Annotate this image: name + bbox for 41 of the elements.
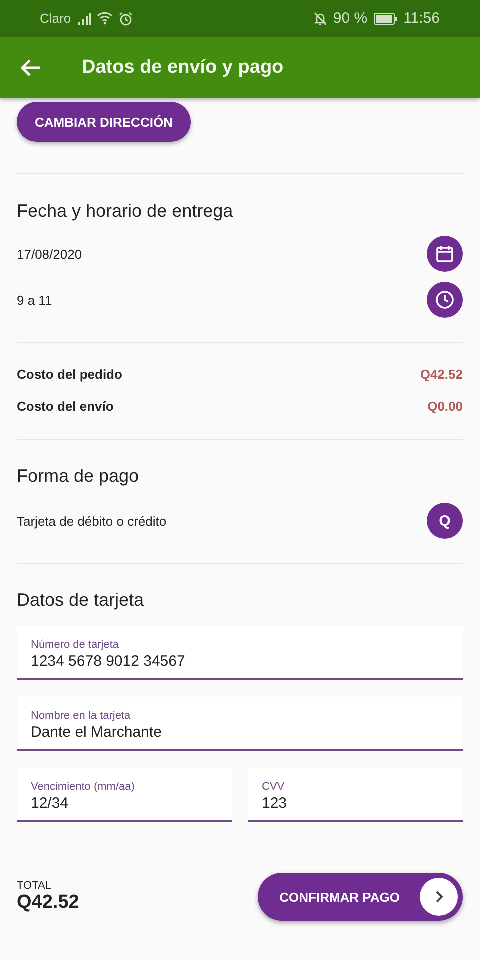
card-input-field[interactable]: CVV 123	[248, 768, 463, 822]
field-value[interactable]: Dante el Marchante	[31, 724, 449, 741]
payment-method: Tarjeta de débito o crédito	[17, 514, 167, 528]
field-value[interactable]: 123	[262, 795, 449, 812]
battery-percent: 90 %	[333, 10, 368, 27]
screen-title: Datos de envío y pago	[82, 56, 284, 78]
calendar-button[interactable]	[427, 236, 463, 272]
confirm-payment-button[interactable]: CONFIRMAR PAGO	[258, 873, 463, 921]
carrier-name: Claro	[40, 11, 72, 26]
field-label: CVV	[262, 781, 286, 793]
delivery-date: 17/08/2020	[17, 246, 82, 262]
cost-value: Q42.52	[420, 367, 463, 382]
section-heading: Fecha y horario de entrega	[17, 201, 234, 222]
alarm-icon	[119, 12, 134, 26]
back-arrow-icon[interactable]	[20, 56, 42, 78]
card-input-field[interactable]: Nombre en la tarjeta Dante el Marchante	[17, 697, 463, 751]
field-value[interactable]: 1234 5678 9012 34567	[31, 653, 449, 670]
wifi-icon	[97, 12, 114, 25]
clock-button[interactable]	[427, 282, 463, 318]
total-label: TOTAL	[17, 880, 52, 892]
clock-time: 11:56	[404, 10, 440, 27]
cost-value: Q0.00	[428, 399, 463, 414]
bell-off-icon	[314, 12, 328, 26]
change-address-button[interactable]: CAMBIAR DIRECCIÓN	[17, 102, 191, 142]
payment-method-button[interactable]: Q	[427, 503, 463, 539]
clock-icon	[435, 290, 455, 310]
field-value[interactable]: 12/34	[31, 795, 218, 812]
total-amount: Q42.52	[17, 892, 80, 914]
field-label: Número de tarjeta	[31, 639, 120, 651]
battery-icon	[374, 12, 398, 24]
section-heading: Forma de pago	[17, 466, 140, 487]
card-input-field[interactable]: Número de tarjeta 1234 5678 9012 34567	[17, 626, 463, 680]
calendar-icon	[435, 244, 455, 264]
delivery-time: 9 a 11	[17, 292, 52, 308]
section-heading: Datos de tarjeta	[17, 590, 146, 611]
signal-icon	[77, 12, 92, 24]
card-input-field[interactable]: Vencimiento (mm/aa) 12/34	[17, 768, 232, 822]
field-label: Nombre en la tarjeta	[31, 710, 132, 722]
cost-label: Costo del envío	[17, 399, 114, 414]
field-label: Vencimiento (mm/aa)	[31, 781, 136, 793]
cost-label: Costo del pedido	[17, 367, 122, 382]
